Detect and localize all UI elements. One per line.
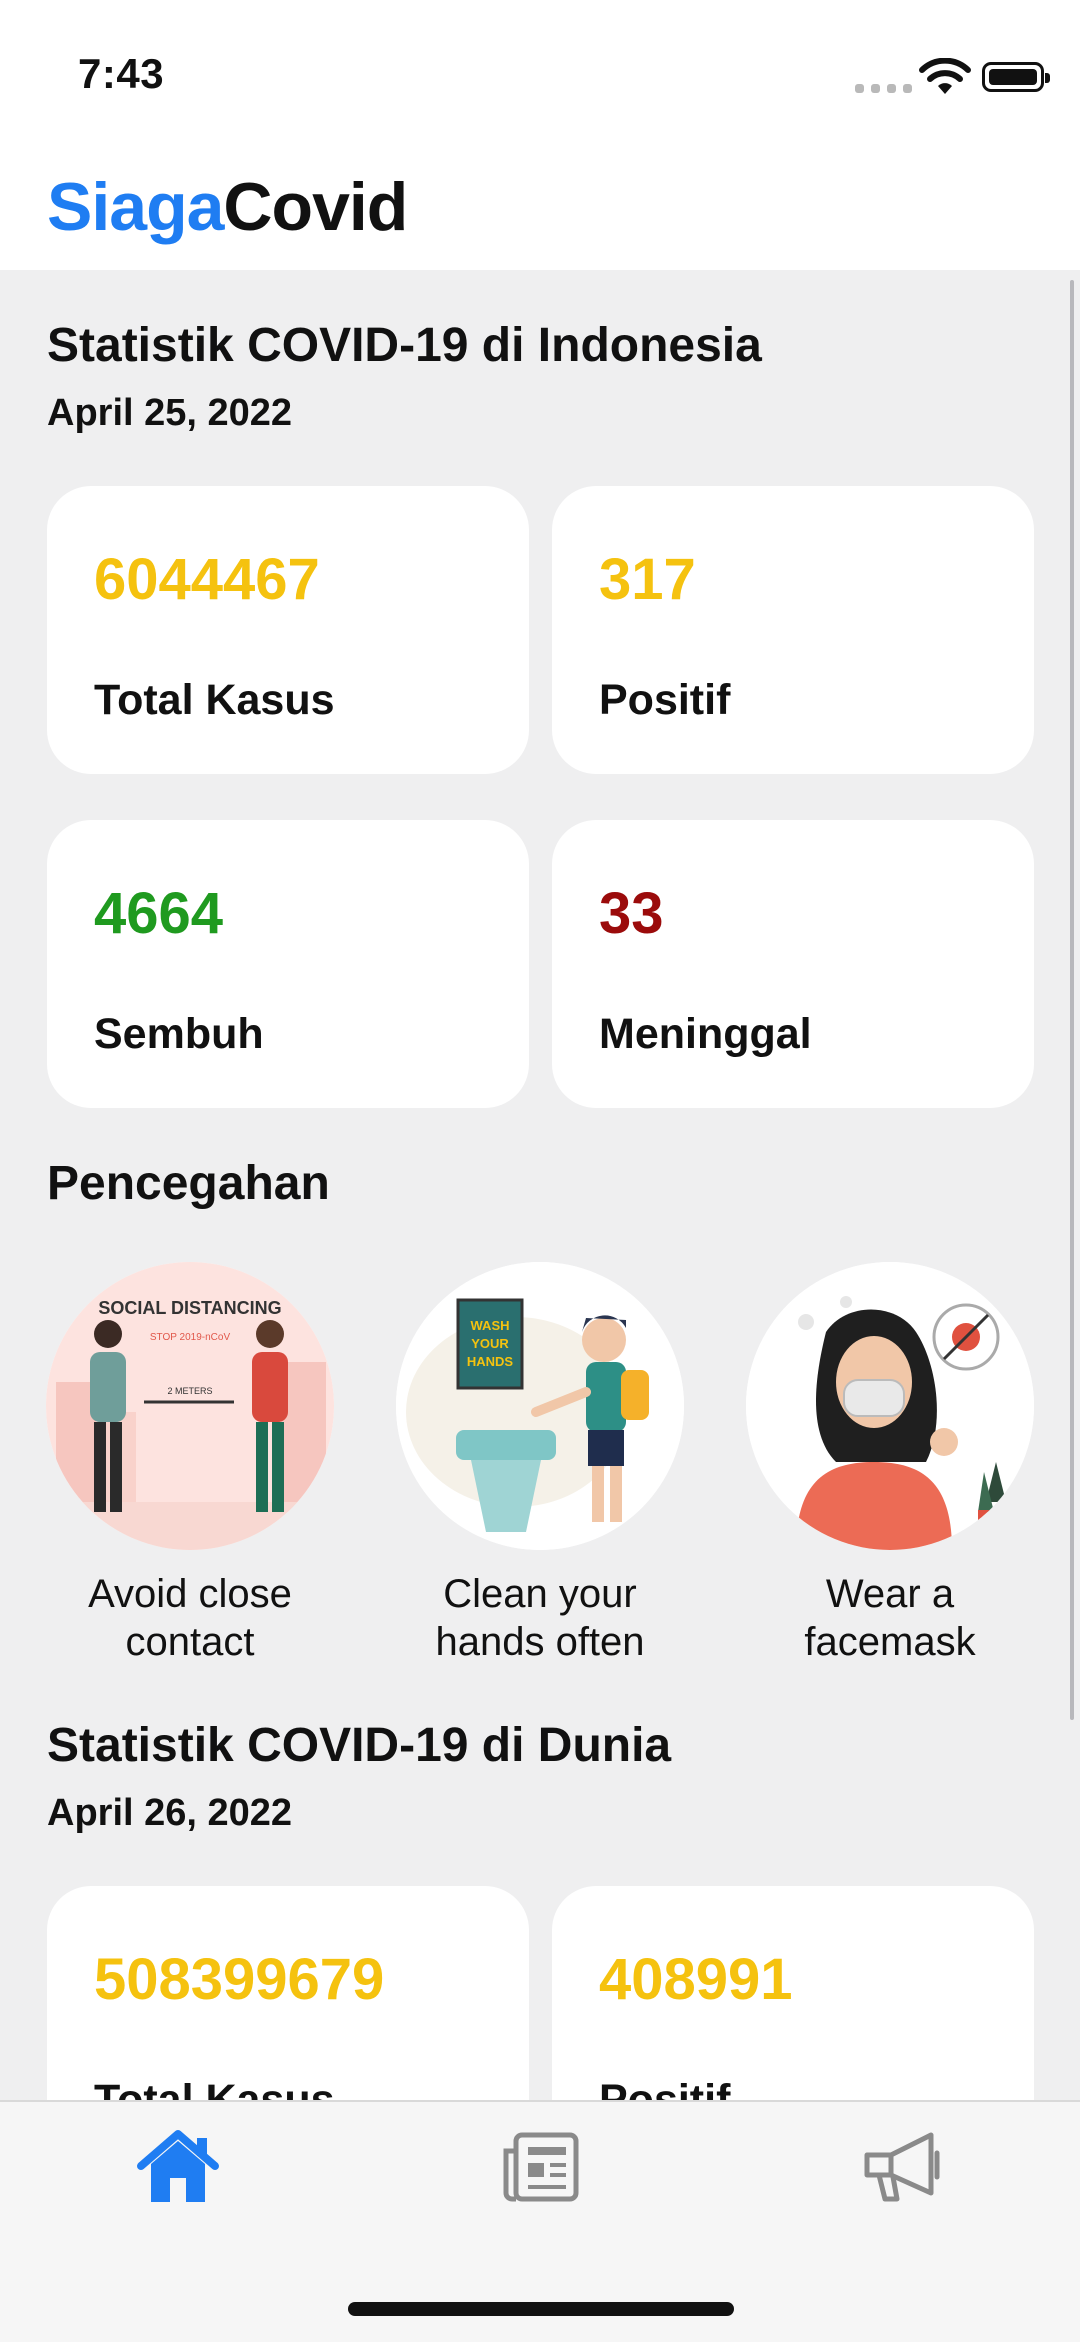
tab-announcements[interactable] [852, 2122, 952, 2212]
prevention-label: Clean your hands often [435, 1572, 645, 1664]
stat-card-positif: 317 Positif [552, 486, 1034, 774]
scrollbar[interactable] [1070, 280, 1074, 1720]
tab-news[interactable] [490, 2122, 590, 2212]
social-distancing-illustration: SOCIAL DISTANCING STOP 2019-nCoV 2 METER… [46, 1262, 334, 1550]
status-bar: 7:43 [0, 0, 1080, 140]
stat-value: 6044467 [94, 547, 320, 612]
prevention-item-facemask[interactable]: Wear a facemask [740, 1262, 1040, 1666]
stat-value: 408991 [599, 1947, 793, 2012]
stat-label: Positif [599, 2076, 731, 2100]
app-logo: SiagaCovid [47, 169, 408, 245]
status-time: 7:43 [78, 50, 165, 97]
home-icon [137, 2130, 219, 2202]
newspaper-icon [503, 2132, 579, 2202]
world-stats-date: April 26, 2022 [47, 1792, 293, 1834]
prevention-label: Avoid close contact [88, 1572, 292, 1664]
stat-value: 317 [599, 547, 696, 612]
stat-label: Total Kasus [94, 2076, 335, 2100]
main-scroll-content[interactable]: Statistik COVID-19 di Indonesia April 25… [0, 270, 1080, 2100]
stat-card-sembuh: 4664 Sembuh [47, 820, 529, 1108]
stat-value: 508399679 [94, 1947, 385, 2012]
hand-washing-illustration: WASH YOUR HANDS [396, 1262, 684, 1550]
megaphone-icon [864, 2132, 940, 2202]
battery-icon [982, 62, 1050, 92]
svg-text:HANDS: HANDS [467, 1354, 514, 1369]
svg-text:YOUR: YOUR [471, 1336, 509, 1351]
prevention-label: Wear a facemask [804, 1572, 976, 1664]
indonesia-stats-title: Statistik COVID-19 di Indonesia [47, 319, 762, 372]
prevention-item-distancing[interactable]: SOCIAL DISTANCING STOP 2019-nCoV 2 METER… [40, 1262, 340, 1666]
stat-label: Positif [599, 676, 731, 724]
stat-value: 33 [599, 881, 664, 946]
stat-label: Meninggal [599, 1010, 812, 1058]
indonesia-stats-date: April 25, 2022 [47, 392, 293, 434]
svg-text:STOP 2019-nCoV: STOP 2019-nCoV [150, 1332, 231, 1343]
stat-value: 4664 [94, 881, 224, 946]
facemask-illustration [746, 1262, 1034, 1550]
world-stat-card-total-kasus: 508399679 Total Kasus [47, 1886, 529, 2100]
world-stats-title: Statistik COVID-19 di Dunia [47, 1719, 672, 1772]
svg-text:SOCIAL DISTANCING: SOCIAL DISTANCING [98, 1298, 281, 1318]
cellular-signal-icon [855, 84, 912, 93]
world-stat-card-positif: 408991 Positif [552, 1886, 1034, 2100]
stat-label: Sembuh [94, 1010, 264, 1058]
stat-label: Total Kasus [94, 676, 335, 724]
tab-home[interactable] [128, 2122, 228, 2212]
prevention-title: Pencegahan [47, 1157, 330, 1210]
prevention-item-handwash[interactable]: WASH YOUR HANDS Clean your hands often [390, 1262, 690, 1666]
stat-card-total-kasus: 6044467 Total Kasus [47, 486, 529, 774]
home-indicator[interactable] [348, 2302, 734, 2316]
wifi-icon [919, 58, 971, 94]
svg-text:WASH: WASH [471, 1318, 510, 1333]
svg-text:2 METERS: 2 METERS [167, 1386, 212, 1396]
stat-card-meninggal: 33 Meninggal [552, 820, 1034, 1108]
